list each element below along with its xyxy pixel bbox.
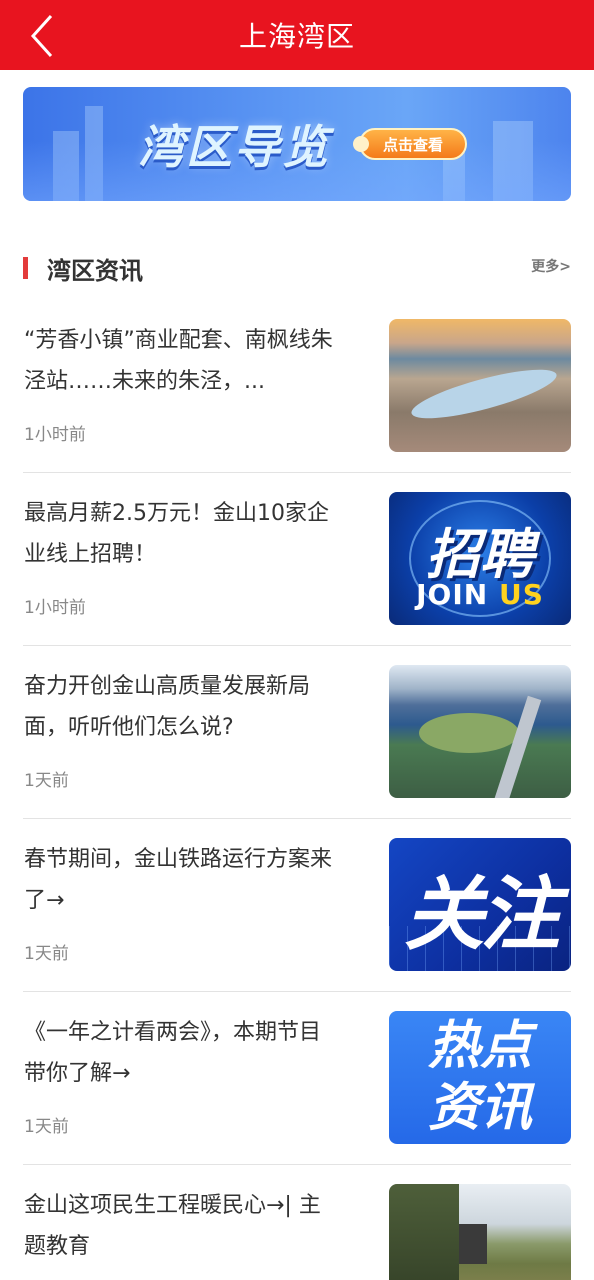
- news-title: 《一年之计看两会》，本期节目带你了解→: [24, 1020, 322, 1086]
- thumbnail-tree: [389, 1184, 459, 1280]
- news-thumbnail: 招聘 JOIN US: [389, 492, 571, 625]
- back-button[interactable]: [22, 14, 62, 58]
- button-dot-decoration: [353, 136, 369, 152]
- news-title: “芳香小镇”商业配套、南枫线朱泾站……未来的朱泾，...: [24, 328, 333, 394]
- news-item[interactable]: 春节期间，金山铁路运行方案来了→ 1天前 关注: [23, 819, 571, 992]
- news-item[interactable]: 最高月薪2.5万元！金山10家企业线上招聘！ 1小时前 招聘 JOIN US: [23, 473, 571, 646]
- news-time: 1天前: [24, 771, 69, 791]
- thumbnail-subtext-b: US: [498, 578, 544, 611]
- view-now-label: 点击查看: [382, 135, 443, 154]
- thumbnail-island: [419, 713, 519, 753]
- view-now-button[interactable]: 点击查看: [353, 128, 467, 160]
- news-time: 1天前: [24, 1117, 69, 1137]
- section-accent-bar: [23, 257, 28, 279]
- bay-area-guide-banner[interactable]: 湾区导览 点击查看: [23, 87, 571, 201]
- news-thumbnail: 热点 资讯: [389, 1011, 571, 1144]
- more-link[interactable]: 更多>: [531, 256, 571, 276]
- section-header: 湾区资讯 更多>: [23, 248, 571, 288]
- news-item[interactable]: 金山这项民生工程暖民心→| 主题教育: [23, 1165, 571, 1280]
- thumbnail-text-line2: 资讯: [427, 1078, 532, 1138]
- news-title: 金山这项民生工程暖民心→| 主题教育: [24, 1193, 321, 1259]
- thumbnail-subtext-a: JOIN: [416, 578, 499, 611]
- news-item[interactable]: “芳香小镇”商业配套、南枫线朱泾站……未来的朱泾，... 1小时前: [23, 300, 571, 473]
- news-title: 最高月薪2.5万元！金山10家企业线上招聘！: [24, 501, 329, 567]
- thumbnail-excavator: [459, 1224, 487, 1264]
- banner-title: 湾区导览: [138, 120, 330, 174]
- news-title: 奋力开创金山高质量发展新局面，听听他们怎么说?: [24, 674, 311, 740]
- news-thumbnail: 关注: [389, 838, 571, 971]
- page-title: 上海湾区: [238, 20, 355, 53]
- thumbnail-subtext: JOIN US: [389, 578, 571, 611]
- news-list: “芳香小镇”商业配套、南枫线朱泾站……未来的朱泾，... 1小时前 最高月薪2.…: [23, 300, 571, 1280]
- news-thumbnail: [389, 1184, 571, 1280]
- section-title: 湾区资讯: [47, 257, 143, 285]
- thumbnail-river: [407, 360, 561, 428]
- news-time: 1小时前: [24, 425, 86, 445]
- thumbnail-text-line1: 热点: [427, 1016, 532, 1076]
- news-time: 1小时前: [24, 598, 86, 618]
- news-title: 春节期间，金山铁路运行方案来了→: [24, 847, 333, 913]
- thumbnail-text: 热点 资讯: [389, 1015, 571, 1139]
- news-item[interactable]: 《一年之计看两会》，本期节目带你了解→ 1天前 热点 资讯: [23, 992, 571, 1165]
- news-time: 1天前: [24, 944, 69, 964]
- thumbnail-text: 关注: [404, 868, 560, 961]
- news-item[interactable]: 奋力开创金山高质量发展新局面，听听他们怎么说? 1天前: [23, 646, 571, 819]
- news-thumbnail: [389, 319, 571, 452]
- chevron-left-icon: [30, 14, 53, 58]
- top-navigation-bar: 上海湾区: [0, 0, 594, 70]
- news-thumbnail: [389, 665, 571, 798]
